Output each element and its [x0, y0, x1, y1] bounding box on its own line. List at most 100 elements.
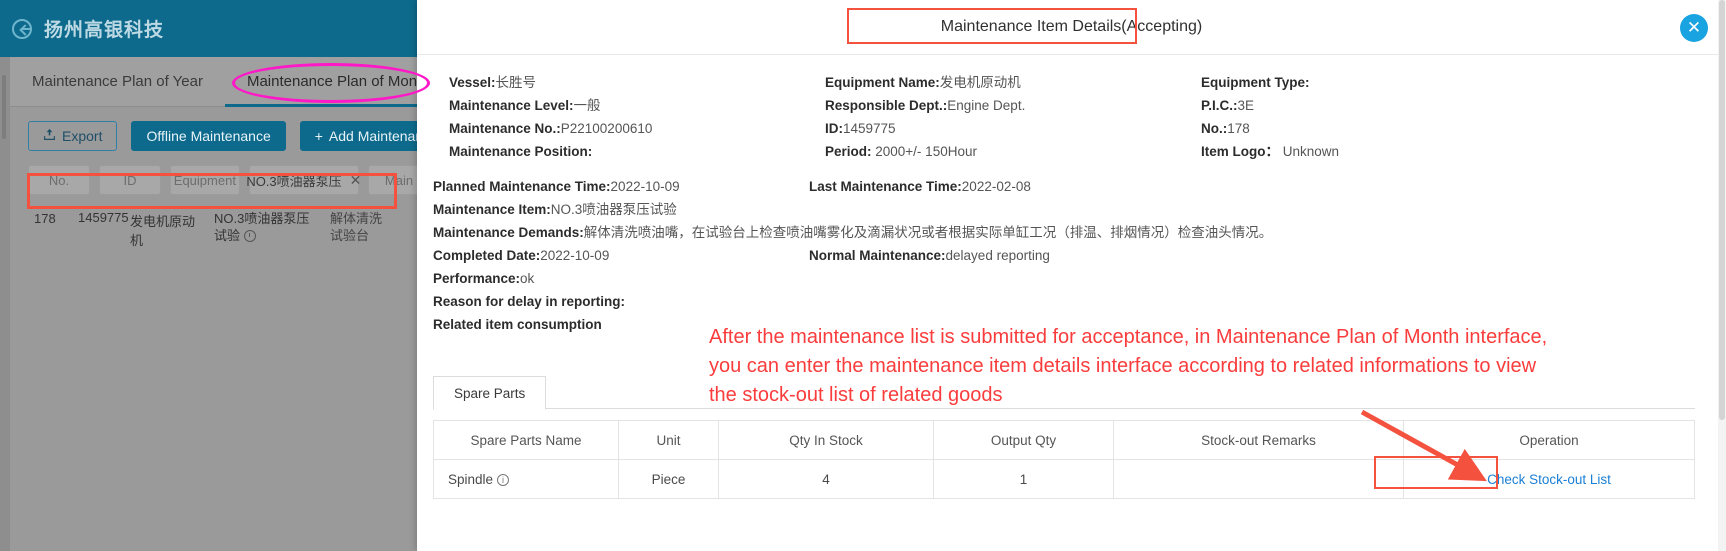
th-qty-in-stock: Qty In Stock	[718, 420, 934, 460]
field-equipment-type-label: Equipment Type:	[1201, 75, 1310, 90]
field-maintenance-level: Maintenance Level:一般	[449, 94, 829, 117]
field-maintenance-no-value: P22100200610	[560, 121, 653, 136]
field-id-value: 1459775	[843, 121, 896, 136]
tab-maintenance-plan-of-year[interactable]: Maintenance Plan of Year	[10, 57, 225, 107]
row-last-maintenance-label: Last Maintenance Time:	[809, 179, 962, 194]
export-label: Export	[62, 128, 103, 144]
check-stock-out-list-link[interactable]: Check Stock-out List	[1487, 472, 1611, 487]
field-equipment-name: Equipment Name:发电机原动机	[825, 71, 1195, 94]
clock-icon	[243, 229, 256, 242]
row-maintenance-demands: Maintenance Demands:解体清洗喷油嘴，在试验台上检查喷油嘴雾化…	[433, 221, 1708, 244]
cell-stock-out-remarks	[1113, 459, 1404, 499]
row-normal-maintenance-value: delayed reporting	[945, 248, 1050, 263]
row-completed-date: Completed Date:2022-10-09 Normal Mainten…	[433, 244, 1708, 267]
cell-qty-in-stock: 4	[718, 459, 934, 499]
field-maintenance-position: Maintenance Position:	[449, 140, 829, 163]
cell-item: NO.3喷油器泵压试验	[208, 211, 324, 249]
row-maintenance-demands-value: 解体清洗喷油嘴，在试验台上检查喷油嘴雾化及滴漏状况或者根据实际单缸工况（排温、排…	[583, 225, 1273, 240]
row-maintenance-item-label: Maintenance Item:	[433, 202, 551, 217]
cell-spare-parts-name-label: Spindle	[448, 471, 494, 487]
th-spare-parts-name: Spare Parts Name	[433, 420, 619, 460]
upload-icon	[43, 128, 56, 144]
info-column-middle: Equipment Name:发电机原动机 Responsible Dept.:…	[825, 71, 1195, 163]
cell-item-label: NO.3喷油器泵压试验	[214, 211, 310, 243]
field-maintenance-position-label: Maintenance Position:	[449, 144, 593, 159]
row-maintenance-item-value: NO.3喷油器泵压试验	[550, 202, 677, 217]
row-last-maintenance-value: 2022-02-08	[961, 179, 1031, 194]
field-no-label: No.:	[1201, 121, 1228, 136]
maintenance-item-details-modal: Maintenance Item Details(Accepting) ✕ Ve…	[417, 0, 1726, 551]
row-planned-label: Planned Maintenance Time:	[433, 179, 611, 194]
app-body: Maintenance Plan of Year Maintenance Pla…	[0, 57, 430, 551]
field-pic-label: P.I.C.:	[1201, 98, 1238, 113]
cell-equipment: 发电机原动机	[130, 214, 196, 248]
field-vessel-label: Vessel:	[449, 75, 496, 90]
field-equipment-type: Equipment Type:	[1201, 71, 1501, 94]
field-no-value: 178	[1227, 121, 1250, 136]
field-vessel-value: 长胜号	[495, 75, 537, 90]
plus-icon: +	[314, 128, 323, 144]
app-header: 扬州高银科技	[0, 0, 430, 57]
modal-scrollbar[interactable]	[1718, 0, 1726, 551]
th-unit: Unit	[618, 420, 719, 460]
row-performance-value: ok	[520, 271, 535, 286]
field-period-value: 2000+/- 150Hour	[871, 144, 977, 159]
left-scrollbar[interactable]	[0, 57, 10, 551]
field-pic-value: 3E	[1237, 98, 1255, 113]
add-maintenance-task-label: Add Maintenance Task	[328, 128, 430, 144]
field-pic: P.I.C.:3E	[1201, 94, 1501, 117]
row-planned-value: 2022-10-09	[610, 179, 680, 194]
field-id: ID:1459775	[825, 117, 1195, 140]
cell-no: 178	[34, 211, 56, 226]
table-header-row: Spare Parts Name Unit Qty In Stock Outpu…	[433, 420, 1695, 460]
cell-unit: Piece	[618, 459, 719, 499]
field-equipment-name-label: Equipment Name:	[825, 75, 940, 90]
tab-spare-parts[interactable]: Spare Parts	[433, 376, 547, 410]
row-reason-for-delay-label: Reason for delay in reporting:	[433, 294, 626, 309]
cell-id: 1459775	[78, 210, 129, 225]
field-maintenance-no-label: Maintenance No.:	[449, 121, 561, 136]
cell-output-qty: 1	[933, 459, 1114, 499]
row-reason-for-delay: Reason for delay in reporting:	[433, 290, 1708, 313]
field-maintenance-level-label: Maintenance Level:	[449, 98, 574, 113]
th-output-qty: Output Qty	[933, 420, 1114, 460]
row-completed-date-label: Completed Date:	[433, 248, 541, 263]
row-normal-maintenance-label: Normal Maintenance:	[809, 248, 946, 263]
info-grid: Vessel:长胜号 Maintenance Level:一般 Maintena…	[433, 71, 1708, 171]
row-related-item-consumption-label: Related item consumption	[433, 317, 602, 332]
row-maintenance-demands-label: Maintenance Demands:	[433, 225, 584, 240]
row-planned-maintenance-time: Planned Maintenance Time:2022-10-09 Last…	[433, 175, 1708, 198]
row-performance: Performance:ok	[433, 267, 1708, 290]
info-icon[interactable]: i	[497, 473, 510, 486]
cell-demands: 解体清洗试验台	[330, 211, 383, 243]
back-arrow-circle-icon[interactable]	[12, 18, 32, 39]
field-item-logo-label: Item Logo：	[1201, 144, 1279, 159]
cell-operation: Check Stock-out List	[1403, 459, 1695, 499]
export-button[interactable]: Export	[28, 121, 118, 151]
annotation-note: After the maintenance list is submitted …	[709, 326, 1548, 406]
annotation-ellipse-tab	[232, 63, 430, 103]
field-item-logo: Item Logo： Unknown	[1201, 140, 1501, 163]
toolbar: Export Offline Maintenance + Add Mainten…	[10, 107, 430, 159]
field-vessel: Vessel:长胜号	[449, 71, 829, 94]
field-item-logo-value: Unknown	[1279, 144, 1340, 159]
offline-maintenance-button[interactable]: Offline Maintenance	[131, 121, 286, 151]
screen: 扬州高银科技 Maintenance Plan of Year Maintena…	[0, 0, 1726, 551]
table-row[interactable]: Spindle i Piece 4 1 Check Stock-out List	[433, 459, 1695, 499]
row-performance-label: Performance:	[433, 271, 521, 286]
info-column-left: Vessel:长胜号 Maintenance Level:一般 Maintena…	[449, 71, 829, 163]
modal-body: Vessel:长胜号 Maintenance Level:一般 Maintena…	[417, 55, 1726, 551]
th-stock-out-remarks: Stock-out Remarks	[1113, 420, 1404, 460]
field-responsible-dept: Responsible Dept.:Engine Dept.	[825, 94, 1195, 117]
brand-title: 扬州高银科技	[44, 20, 165, 41]
annotation-rect-filters	[27, 173, 397, 209]
field-period-label: Period:	[825, 144, 872, 159]
field-no: No.:178	[1201, 117, 1501, 140]
close-circle-icon[interactable]: ✕	[1680, 14, 1708, 42]
field-responsible-dept-value: Engine Dept.	[947, 98, 1026, 113]
info-column-right: Equipment Type: P.I.C.:3E No.:178 Item L…	[1201, 71, 1501, 163]
cell-spare-parts-name: Spindle i	[433, 459, 619, 499]
th-operation: Operation	[1403, 420, 1695, 460]
annotation-rect-title	[847, 8, 1137, 44]
add-maintenance-task-button[interactable]: + Add Maintenance Task	[299, 121, 430, 151]
